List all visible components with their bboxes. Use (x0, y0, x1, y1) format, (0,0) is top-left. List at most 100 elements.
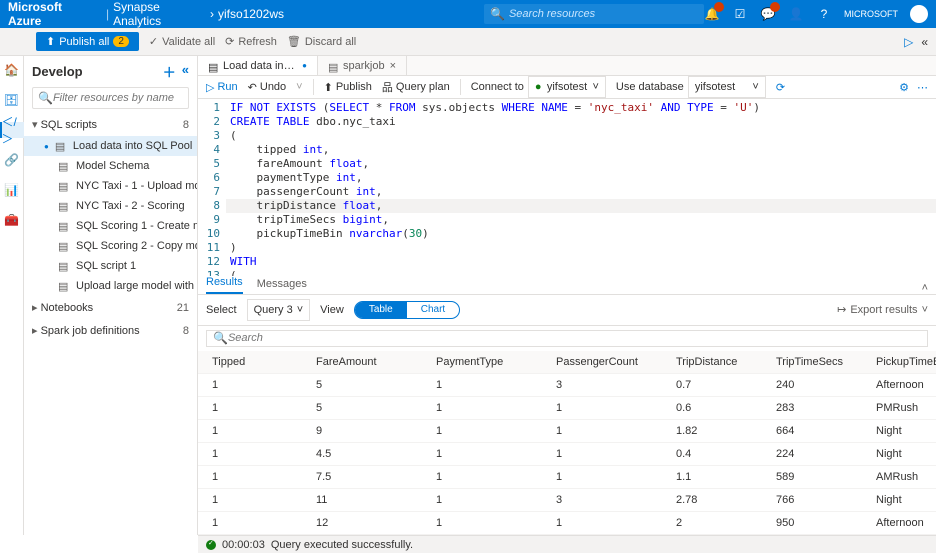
results-search-input[interactable] (228, 332, 921, 344)
tab-results[interactable]: Results (206, 276, 243, 294)
tree-item-label: SQL script 1 (76, 260, 136, 272)
refresh-db-button[interactable]: ⟳ (776, 81, 785, 94)
column-header[interactable]: PassengerCount (548, 351, 668, 373)
results-grid[interactable]: TippedFareAmountPaymentTypePassengerCoun… (198, 351, 936, 535)
line-number-gutter: 12345678910111213141516171819202122 (198, 99, 226, 276)
toolbar-chevron-down[interactable]: ˅ (296, 81, 302, 93)
table-row[interactable]: 15130.7240Afternoon (198, 374, 936, 397)
collapse-results-icon[interactable]: ˄ (922, 282, 928, 294)
breadcrumb-service[interactable]: Synapse Analytics (113, 0, 206, 28)
query-plan-button[interactable]: 品Query plan (382, 79, 450, 95)
table-cell: AMRush (868, 466, 936, 488)
rail-develop-icon[interactable]: ＜/＞ (0, 122, 24, 138)
more-icon[interactable]: ⋯ (917, 81, 928, 94)
table-cell: Night (868, 420, 936, 442)
table-row[interactable]: 14.5110.4224Night (198, 443, 936, 466)
view-table-toggle[interactable]: Table (355, 302, 407, 318)
add-resource-button[interactable]: ＋ (163, 62, 176, 81)
table-cell: 0.6 (668, 397, 768, 419)
notifications-icon[interactable]: 🔔 (704, 6, 720, 22)
undo-icon: ↶ (248, 81, 257, 94)
tree-item-sql-script[interactable]: ▤Upload large model with COPY INTO (24, 276, 197, 296)
undo-button[interactable]: ↶Undo (248, 81, 287, 94)
run-label: Run (217, 81, 237, 93)
table-cell: 283 (768, 397, 868, 419)
run-all-icon[interactable]: ▷ (904, 35, 913, 49)
tree-item-sql-script[interactable]: ▤SQL Scoring 2 - Copy model into mo... (24, 236, 197, 256)
tree-item-sql-script[interactable]: ●▤Load data into SQL Pool (24, 136, 197, 156)
discard-all-button[interactable]: 🗑Discard all (287, 35, 356, 48)
tab-label: Load data into SQL P... (223, 60, 297, 72)
table-row[interactable]: 111132.78766Night (198, 489, 936, 512)
tree-item-sql-script[interactable]: ▤SQL Scoring 1 - Create model table (24, 216, 197, 236)
column-header[interactable]: TripTimeSecs (768, 351, 868, 373)
publish-button[interactable]: ⬆Publish (324, 81, 372, 94)
table-cell: 5 (308, 397, 428, 419)
help-icon[interactable]: ? (816, 6, 832, 22)
column-header[interactable]: PickupTimeBin (868, 351, 936, 373)
column-header[interactable]: FareAmount (308, 351, 428, 373)
rail-monitor-icon[interactable]: 📊 (4, 182, 20, 198)
refresh-button[interactable]: ⟳Refresh (225, 35, 277, 48)
sql-file-icon: ▤ (58, 240, 70, 252)
table-cell: Night (868, 489, 936, 511)
code-editor[interactable]: IF NOT EXISTS (SELECT * FROM sys.objects… (226, 99, 936, 276)
tree-item-sql-script[interactable]: ▤NYC Taxi - 2 - Scoring (24, 196, 197, 216)
tree-section-spark[interactable]: ▸ Spark job definitions 8 (24, 319, 197, 342)
breadcrumb-chevron: › (210, 7, 214, 21)
chevron-down-icon: ˅ (592, 81, 598, 93)
table-row[interactable]: 15110.6283PMRush (198, 397, 936, 420)
editor-tab[interactable]: ▤sparkjob× (318, 56, 407, 75)
undo-label: Undo (260, 81, 286, 93)
run-button[interactable]: ▷Run (206, 81, 238, 94)
connect-to-dropdown[interactable]: ●yifsotest˅ (528, 76, 606, 98)
global-search[interactable]: 🔍 (484, 4, 704, 24)
table-cell: 1 (548, 512, 668, 534)
account-label[interactable]: MICROSOFT (844, 9, 898, 19)
validate-all-button[interactable]: ✓Validate all (149, 35, 215, 48)
feedback-icon[interactable]: ☑ (732, 6, 748, 22)
alerts-icon[interactable]: 💬 (760, 6, 776, 22)
upload-icon: ⬆ (324, 81, 333, 94)
side-more-icon[interactable]: « (182, 62, 189, 81)
global-search-input[interactable] (509, 8, 698, 20)
tree-section-notebooks[interactable]: ▸ Notebooks 21 (24, 296, 197, 319)
search-icon: 🔍 (213, 331, 228, 345)
settings-icon[interactable]: ⚙ (899, 81, 909, 94)
column-header[interactable]: TripDistance (668, 351, 768, 373)
breadcrumb-workspace[interactable]: yifso1202ws (218, 7, 284, 21)
tab-messages[interactable]: Messages (257, 278, 307, 294)
status-ok-icon: ● (535, 81, 542, 93)
column-header[interactable]: Tipped (198, 351, 308, 373)
filter-resources[interactable]: 🔍 (32, 87, 189, 109)
close-icon[interactable]: × (390, 60, 396, 72)
database-dropdown[interactable]: yifsotest˅ (688, 76, 766, 98)
filter-input[interactable] (53, 92, 183, 104)
results-search[interactable]: 🔍 (206, 330, 928, 347)
view-chart-toggle[interactable]: Chart (407, 302, 459, 318)
editor-tab[interactable]: ▤Load data into SQL P...● (198, 56, 318, 75)
rail-integrate-icon[interactable]: 🔗 (4, 152, 20, 168)
rail-home-icon[interactable]: 🏠 (4, 62, 20, 78)
publish-all-button[interactable]: ⬆ Publish all 2 (36, 32, 139, 51)
table-row[interactable]: 112112950Afternoon (198, 512, 936, 535)
support-icon[interactable]: 👤 (788, 6, 804, 22)
separator (313, 79, 314, 95)
rail-manage-icon[interactable]: 🧰 (4, 212, 20, 228)
breadcrumb-divider: | (106, 7, 109, 21)
rail-data-icon[interactable]: 🗄 (4, 92, 20, 108)
table-cell: 1 (198, 374, 308, 396)
tree-section-sql[interactable]: ▾ SQL scripts 8 (24, 113, 197, 136)
column-header[interactable]: PaymentType (428, 351, 548, 373)
tree-item-sql-script[interactable]: ▤SQL script 1 (24, 256, 197, 276)
table-row[interactable]: 19111.82664Night (198, 420, 936, 443)
tree-item-sql-script[interactable]: ▤Model Schema (24, 156, 197, 176)
sql-file-icon: ▤ (55, 140, 67, 152)
tree-item-sql-script[interactable]: ▤NYC Taxi - 1 - Upload model (24, 176, 197, 196)
avatar[interactable] (910, 5, 928, 23)
table-cell: 240 (768, 374, 868, 396)
query-select-dropdown[interactable]: Query 3˅ (247, 299, 311, 321)
table-row[interactable]: 17.5111.1589AMRush (198, 466, 936, 489)
collapse-right-icon[interactable]: « (921, 35, 928, 49)
export-results-button[interactable]: ↦ Export results ˅ (837, 303, 928, 316)
